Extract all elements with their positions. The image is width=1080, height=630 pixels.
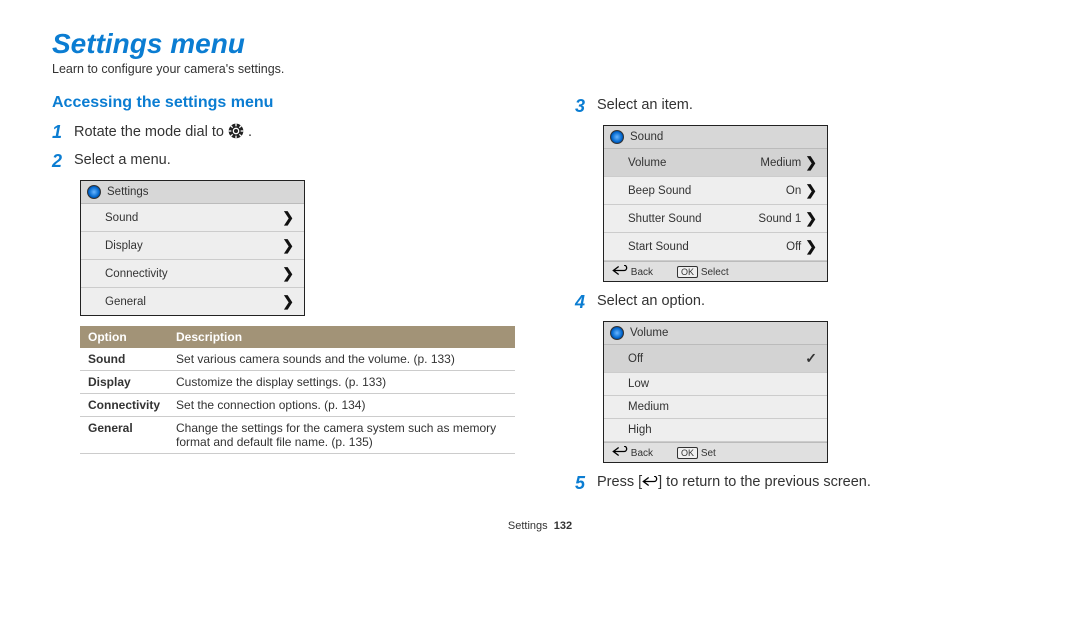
accessing-heading: Accessing the settings menu (52, 94, 515, 112)
desc-cell: Set the connection options. (p. 134) (168, 394, 515, 417)
table-head-description: Description (168, 326, 515, 348)
sound-row-label: Start Sound (628, 241, 689, 253)
back-icon (642, 475, 658, 486)
menu-row-sound[interactable]: Sound ❯ (81, 204, 304, 232)
step-1-number: 1 (52, 122, 74, 143)
footer-select-label: Select (701, 267, 729, 278)
sound-row-value: On (786, 185, 801, 197)
sound-menu-header: Sound (604, 126, 827, 149)
sound-row-start[interactable]: Start Sound Off ❯ (604, 233, 827, 261)
step-1-text-before: Rotate the mode dial to (74, 124, 228, 140)
volume-row-label: Off (628, 353, 643, 365)
step-4: 4 Select an option. (575, 292, 1028, 313)
ok-key-icon: OK (677, 447, 698, 459)
step-1-text-after: . (248, 124, 252, 140)
desc-cell: Change the settings for the camera syste… (168, 417, 515, 454)
menu-row-label: Sound (105, 212, 138, 224)
footer-page-number: 132 (554, 520, 572, 532)
chevron-right-icon: ❯ (805, 210, 817, 227)
opt-cell: Display (80, 371, 168, 394)
sound-row-value: Off (786, 241, 801, 253)
ok-key-icon: OK (677, 266, 698, 278)
page-footer: Settings 132 (52, 520, 1028, 532)
opt-cell: Connectivity (80, 394, 168, 417)
desc-cell: Customize the display settings. (p. 133) (168, 371, 515, 394)
footer-set-label: Set (701, 448, 716, 459)
settings-menu-header: Settings (81, 181, 304, 204)
sound-row-value: Medium (760, 157, 801, 169)
chevron-right-icon: ❯ (805, 154, 817, 171)
page-subtitle: Learn to configure your camera's setting… (52, 62, 1028, 76)
step-2-number: 2 (52, 151, 74, 172)
check-icon: ✓ (805, 350, 817, 367)
menu-row-label: Display (105, 240, 143, 252)
volume-row-label: Medium (628, 401, 669, 413)
chevron-right-icon: ❯ (805, 238, 817, 255)
sound-menu-footer: Back OK Select (604, 261, 827, 281)
sound-row-label: Beep Sound (628, 185, 691, 197)
volume-menu-title: Volume (630, 327, 668, 339)
volume-menu-header: Volume (604, 322, 827, 345)
table-row: Connectivity Set the connection options.… (80, 394, 515, 417)
volume-row-low[interactable]: Low (604, 373, 827, 396)
table-row: General Change the settings for the came… (80, 417, 515, 454)
volume-row-label: Low (628, 378, 649, 390)
footer-label: Settings (508, 520, 548, 532)
menu-row-display[interactable]: Display ❯ (81, 232, 304, 260)
desc-cell: Set various camera sounds and the volume… (168, 348, 515, 371)
dial-icon (610, 130, 624, 144)
table-head-option: Option (80, 326, 168, 348)
opt-cell: General (80, 417, 168, 454)
step-5-text-after: ] to return to the previous screen. (658, 474, 871, 490)
back-icon (612, 265, 628, 276)
back-icon (612, 446, 628, 457)
page-title: Settings menu (52, 28, 1028, 60)
chevron-right-icon: ❯ (282, 237, 294, 254)
volume-row-medium[interactable]: Medium (604, 396, 827, 419)
opt-cell: Sound (80, 348, 168, 371)
settings-menu-title: Settings (107, 186, 149, 198)
step-1: 1 Rotate the mode dial to . (52, 122, 515, 143)
gear-icon (228, 123, 244, 139)
menu-row-connectivity[interactable]: Connectivity ❯ (81, 260, 304, 288)
volume-menu-box: Volume Off ✓ Low Medium High (603, 321, 828, 463)
menu-row-label: General (105, 296, 146, 308)
sound-row-label: Shutter Sound (628, 213, 702, 225)
step-3-text: Select an item. (597, 96, 693, 113)
dial-icon (610, 326, 624, 340)
volume-row-off[interactable]: Off ✓ (604, 345, 827, 373)
footer-back-label: Back (631, 267, 653, 278)
table-row: Sound Set various camera sounds and the … (80, 348, 515, 371)
step-4-text: Select an option. (597, 292, 705, 309)
chevron-right-icon: ❯ (282, 265, 294, 282)
step-2: 2 Select a menu. (52, 151, 515, 172)
sound-row-beep[interactable]: Beep Sound On ❯ (604, 177, 827, 205)
sound-menu-title: Sound (630, 131, 663, 143)
sound-row-label: Volume (628, 157, 666, 169)
step-5-text-before: Press [ (597, 474, 642, 490)
chevron-right-icon: ❯ (805, 182, 817, 199)
footer-back-label: Back (631, 448, 653, 459)
step-3-number: 3 (575, 96, 597, 117)
sound-row-value: Sound 1 (758, 213, 801, 225)
step-3: 3 Select an item. (575, 96, 1028, 117)
step-5: 5 Press [ ] to return to the previous scr… (575, 473, 1028, 494)
step-2-text: Select a menu. (74, 151, 171, 168)
chevron-right-icon: ❯ (282, 293, 294, 310)
sound-row-volume[interactable]: Volume Medium ❯ (604, 149, 827, 177)
chevron-right-icon: ❯ (282, 209, 294, 226)
dial-icon (87, 185, 101, 199)
volume-row-label: High (628, 424, 652, 436)
volume-row-high[interactable]: High (604, 419, 827, 442)
step-4-number: 4 (575, 292, 597, 313)
volume-menu-footer: Back OK Set (604, 442, 827, 462)
step-5-number: 5 (575, 473, 597, 494)
option-description-table: Option Description Sound Set various cam… (80, 326, 515, 454)
table-row: Display Customize the display settings. … (80, 371, 515, 394)
sound-menu-box: Sound Volume Medium ❯ Beep Sound On ❯ Shut… (603, 125, 828, 282)
sound-row-shutter[interactable]: Shutter Sound Sound 1 ❯ (604, 205, 827, 233)
settings-menu-box: Settings Sound ❯ Display ❯ Connectivity … (80, 180, 305, 316)
menu-row-general[interactable]: General ❯ (81, 288, 304, 315)
menu-row-label: Connectivity (105, 268, 168, 280)
